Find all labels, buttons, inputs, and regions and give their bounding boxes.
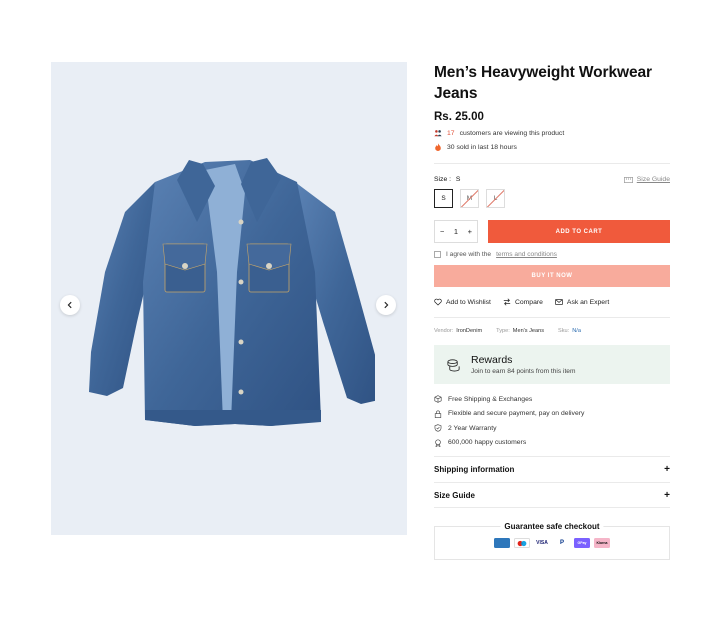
size-option-l[interactable]: L xyxy=(486,189,505,208)
rewards-text: Rewards Join to earn 84 points from this… xyxy=(471,354,575,375)
qty-plus-button[interactable]: + xyxy=(468,227,472,236)
heart-icon xyxy=(434,298,442,306)
spec-type-label: Type: xyxy=(496,328,510,334)
gpay-icon: GPay xyxy=(574,538,590,548)
viewers-count: 17 xyxy=(447,129,455,137)
ruler-icon xyxy=(623,176,633,183)
fire-icon xyxy=(435,143,441,151)
buy-now-button[interactable]: BUY IT NOW xyxy=(434,265,670,287)
sold-line: 30 sold in last 18 hours xyxy=(434,143,670,151)
lock-icon xyxy=(434,410,442,418)
spec-vendor: Vendor: IronDenim xyxy=(434,328,482,334)
amex-icon xyxy=(494,538,510,548)
guarantee-title: Guarantee safe checkout xyxy=(500,522,604,531)
ask-expert-label: Ask an Expert xyxy=(566,298,610,306)
accordion-size-guide[interactable]: Size Guide + xyxy=(434,482,670,508)
spec-vendor-label: Vendor: xyxy=(434,328,454,334)
perks-list: Free Shipping & Exchanges Flexible and s… xyxy=(434,392,670,450)
qty-minus-button[interactable]: − xyxy=(440,227,444,236)
plus-icon: + xyxy=(664,464,670,475)
size-option-s[interactable]: S xyxy=(434,189,453,208)
people-icon xyxy=(434,130,442,137)
product-image-denim-jacket xyxy=(89,158,375,426)
spec-sku: Sku: N/a xyxy=(558,328,581,334)
compare-button[interactable]: Compare xyxy=(503,298,543,306)
klarna-icon: Klarna xyxy=(594,538,610,548)
mail-icon xyxy=(555,299,563,305)
sold-text: 30 sold in last 18 hours xyxy=(447,143,517,151)
chevron-right-icon xyxy=(384,301,389,309)
perk-warranty: 2 Year Warranty xyxy=(434,421,670,436)
size-row: Size : S Size Guide xyxy=(434,176,670,183)
product-title-line1: Men’s Heavyweight Workwear xyxy=(434,64,652,81)
product-gallery xyxy=(51,62,407,535)
shield-check-icon xyxy=(434,424,442,432)
size-option-m[interactable]: M xyxy=(460,189,479,208)
chevron-left-icon xyxy=(67,301,72,309)
plus-icon: + xyxy=(664,489,670,501)
spec-vendor-value[interactable]: IronDenim xyxy=(456,328,482,334)
spec-sku-label: Sku: xyxy=(558,328,570,334)
rewards-subtitle: Join to earn 84 points from this item xyxy=(471,368,576,375)
viewers-text: customers are viewing this product xyxy=(459,129,565,137)
badge-icon xyxy=(435,439,441,447)
terms-link[interactable]: terms and conditions xyxy=(496,251,557,258)
product-actions: Add to Wishlist Compare Ask an Expert xyxy=(434,298,670,306)
divider xyxy=(434,163,670,164)
accordion-size-guide-title: Size Guide xyxy=(434,490,475,500)
paypal-icon: P xyxy=(554,538,570,548)
guarantee-box: Guarantee safe checkout VISA P GPay Klar… xyxy=(434,522,670,560)
rewards-banner: Rewards Join to earn 84 points from this… xyxy=(434,345,670,384)
size-options: S M L xyxy=(434,189,670,208)
quantity-stepper: − 1 + xyxy=(434,220,478,243)
accordion: Shipping information + Size Guide + xyxy=(434,456,670,508)
agree-text: I agree with the xyxy=(446,251,492,258)
divider xyxy=(434,317,670,318)
ask-expert-button[interactable]: Ask an Expert xyxy=(555,298,609,306)
spec-type: Type: Men's Jeans xyxy=(496,328,544,334)
size-label-group: Size : S xyxy=(434,176,460,183)
product-price: Rs. 25.00 xyxy=(434,111,484,123)
accordion-shipping-title: Shipping information xyxy=(434,465,515,474)
cart-row: − 1 + ADD TO CART xyxy=(434,220,670,243)
maestro-icon xyxy=(514,538,530,548)
viewers-line: 17 customers are viewing this product xyxy=(434,129,670,137)
compare-arrows-icon xyxy=(503,298,511,306)
terms-agreement: I agree with the terms and conditions xyxy=(434,251,670,258)
product-info: Men’s Heavyweight Workwear Jeans Rs. 25.… xyxy=(434,62,670,560)
terms-checkbox[interactable] xyxy=(434,251,441,258)
product-specs: Vendor: IronDenim Type: Men's Jeans Sku: N/… xyxy=(434,328,670,334)
size-guide-label: Size Guide xyxy=(636,176,670,183)
payment-icons: VISA P GPay Klarna xyxy=(435,538,669,548)
perk-customers-text: 600,000 happy customers xyxy=(448,439,527,447)
gallery-next-button[interactable] xyxy=(376,295,396,315)
add-to-cart-button[interactable]: ADD TO CART xyxy=(488,220,670,243)
compare-label: Compare xyxy=(514,298,543,306)
gallery-prev-button[interactable] xyxy=(60,295,80,315)
perk-payment-text: Flexible and secure payment, pay on deli… xyxy=(448,410,585,418)
perk-warranty-text: 2 Year Warranty xyxy=(448,424,497,432)
perk-customers: 600,000 happy customers xyxy=(434,436,670,451)
coins-icon xyxy=(447,359,460,372)
product-title-line2: Jeans xyxy=(434,85,478,102)
product-title: Men’s Heavyweight Workwear Jeans xyxy=(434,62,670,104)
size-selected: S xyxy=(455,176,461,183)
rewards-title: Rewards xyxy=(471,354,513,366)
spec-sku-value: N/a xyxy=(572,328,581,334)
accordion-shipping[interactable]: Shipping information + xyxy=(434,456,670,482)
size-label: Size : xyxy=(434,176,451,183)
spec-type-value[interactable]: Men's Jeans xyxy=(513,328,544,334)
wishlist-button[interactable]: Add to Wishlist xyxy=(434,298,491,306)
perk-shipping-text: Free Shipping & Exchanges xyxy=(448,395,533,403)
visa-icon: VISA xyxy=(534,538,550,548)
size-guide-link[interactable]: Size Guide xyxy=(623,176,670,183)
perk-shipping: Free Shipping & Exchanges xyxy=(434,392,670,407)
box-icon xyxy=(434,395,442,403)
perk-payment: Flexible and secure payment, pay on deli… xyxy=(434,407,670,422)
wishlist-label: Add to Wishlist xyxy=(446,298,491,306)
qty-value[interactable]: 1 xyxy=(454,227,458,236)
